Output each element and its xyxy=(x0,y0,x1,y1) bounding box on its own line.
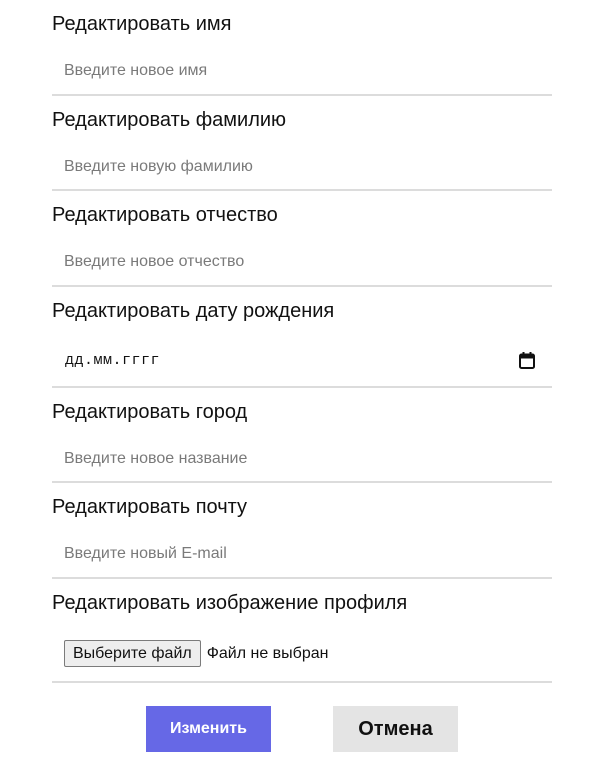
profile-image-label: Редактировать изображение профиля xyxy=(52,592,408,614)
birth-date-label: Редактировать дату рождения xyxy=(52,300,335,322)
email-label: Редактировать почту xyxy=(52,496,248,518)
last-name-field: Редактировать фамилию Введите новую фами… xyxy=(52,96,552,191)
submit-button[interactable]: Изменить xyxy=(146,706,271,752)
first-name-field: Редактировать имя Введите новое имя xyxy=(52,0,552,96)
edit-profile-form: Редактировать имя Введите новое имя Реда… xyxy=(52,0,552,683)
city-input[interactable]: Введите новое название xyxy=(64,449,247,469)
birth-date-field: Редактировать дату рождения дд.мм.гггг xyxy=(52,287,552,388)
email-field: Редактировать почту Введите новый E-mail xyxy=(52,483,552,579)
patronymic-label: Редактировать отчество xyxy=(52,204,278,226)
email-input[interactable]: Введите новый E-mail xyxy=(64,544,227,564)
patronymic-field: Редактировать отчество Введите новое отч… xyxy=(52,191,552,287)
first-name-label: Редактировать имя xyxy=(52,13,232,35)
city-label: Редактировать город xyxy=(52,401,248,423)
patronymic-input[interactable]: Введите новое отчество xyxy=(64,252,244,272)
city-field: Редактировать город Введите новое назван… xyxy=(52,388,552,483)
calendar-icon[interactable] xyxy=(519,352,535,369)
birth-date-input[interactable]: дд.мм.гггг xyxy=(65,351,160,371)
choose-file-button[interactable]: Выберите файл xyxy=(64,640,201,667)
first-name-input[interactable]: Введите новое имя xyxy=(64,61,207,81)
file-status: Файл не выбран xyxy=(206,644,329,662)
profile-image-field: Редактировать изображение профиля Выбери… xyxy=(52,579,552,683)
file-picker: Выберите файл Файл не выбран xyxy=(64,640,328,667)
cancel-button[interactable]: Отмена xyxy=(333,706,458,752)
last-name-label: Редактировать фамилию xyxy=(52,109,287,131)
last-name-input[interactable]: Введите новую фамилию xyxy=(64,157,253,177)
form-actions: Изменить Отмена xyxy=(0,706,591,752)
